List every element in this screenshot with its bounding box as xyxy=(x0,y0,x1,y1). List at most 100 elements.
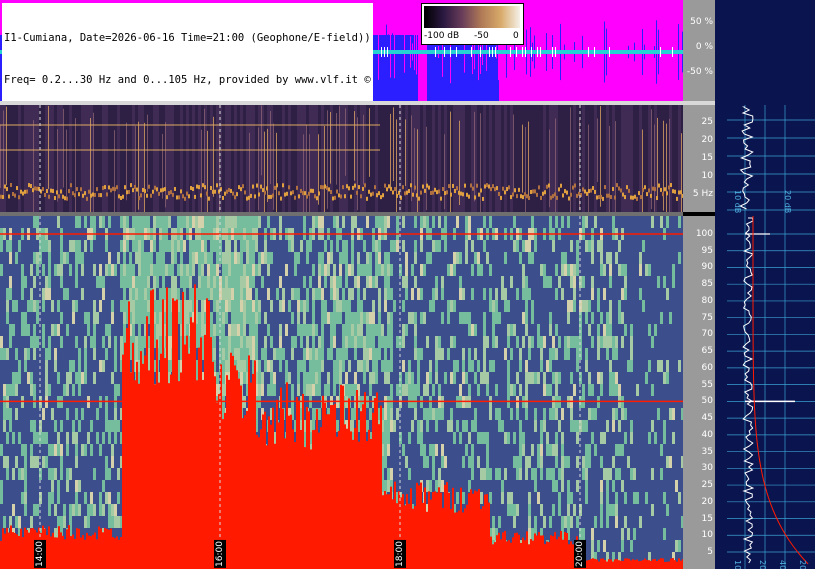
spectrogram-cell xyxy=(342,360,345,372)
spectrogram-cell xyxy=(96,408,99,420)
spectrogram-cell xyxy=(378,240,381,252)
spectrogram-cell xyxy=(408,288,411,300)
spectrogram-cell xyxy=(405,432,408,444)
spectrogram-streak xyxy=(609,125,610,212)
spectrogram-band xyxy=(608,193,610,198)
spectrogram-cell xyxy=(393,348,396,360)
spectrogram-cell xyxy=(99,420,102,432)
spectrogram-cell xyxy=(285,288,288,300)
spectrogram-cell xyxy=(75,216,78,228)
spectrogram-cell xyxy=(447,105,450,212)
spectrogram-cell xyxy=(390,240,393,252)
spectrogram-band xyxy=(476,183,478,188)
spectrogram-cell xyxy=(393,372,396,384)
spectrogram-cell xyxy=(138,300,141,312)
spectrogram-cell xyxy=(117,408,120,420)
spectrogram-cell xyxy=(42,384,45,396)
spectrogram-cell xyxy=(27,456,30,468)
spectrogram-cell xyxy=(228,300,231,312)
spectrogram-cell xyxy=(375,324,378,336)
spectrogram-cell xyxy=(258,288,261,300)
spectrogram-cell xyxy=(21,384,24,396)
spectrogram-cell xyxy=(384,288,387,300)
spectrogram-cell xyxy=(471,105,474,212)
spectrogram-cell xyxy=(273,312,276,324)
spectrogram-cell xyxy=(402,468,405,480)
spectrogram-cell xyxy=(33,504,36,516)
spectrogram-cell xyxy=(363,348,366,360)
spectrogram-cell xyxy=(198,276,201,288)
spectrogram-cell xyxy=(111,384,114,396)
spectrogram-band xyxy=(520,194,522,199)
spectrogram-cell xyxy=(279,348,282,360)
spectrogram-band xyxy=(510,195,512,200)
spectrogram-band xyxy=(344,194,346,199)
spectrogram-cell xyxy=(366,372,369,384)
spectrogram-cell xyxy=(297,264,300,276)
spectrogram-cell xyxy=(111,324,114,336)
spectrogram-cell xyxy=(75,420,78,432)
spectrogram-cell xyxy=(84,264,87,276)
spectrogram-cell xyxy=(60,324,63,336)
spectrogram-cell xyxy=(276,276,279,288)
spectrogram-cell xyxy=(339,312,342,324)
spectrogram-cell xyxy=(0,456,3,468)
spectrogram-cell xyxy=(48,408,51,420)
spectrogram-cell xyxy=(126,264,129,276)
spectrogram-cell xyxy=(57,216,60,228)
spectrogram-cell xyxy=(54,444,57,456)
spectrogram-cell xyxy=(300,264,303,276)
spectrogram-cell xyxy=(351,360,354,372)
spectrogram-cell xyxy=(222,252,225,264)
spectrogram-cell xyxy=(258,324,261,336)
spectrogram-cell xyxy=(30,492,33,504)
spectrogram-cell xyxy=(162,288,165,300)
spectrogram-cell xyxy=(204,216,207,228)
spectrogram-cell xyxy=(66,300,69,312)
spectrogram-cell xyxy=(150,264,153,276)
spectrogram-cell xyxy=(90,336,93,348)
spectrogram-cell xyxy=(360,252,363,264)
spectrogram-band xyxy=(240,187,242,192)
spectrogram-cell xyxy=(270,216,273,228)
spectrogram-cell xyxy=(210,216,213,228)
spectrogram-band xyxy=(76,187,78,192)
spectrogram-cell xyxy=(75,444,78,456)
spectrogram-cell xyxy=(9,336,12,348)
spectrogram-cell xyxy=(321,240,324,252)
spectrogram-cell xyxy=(267,348,270,360)
spectrogram-band xyxy=(268,194,270,199)
spectrogram-cell xyxy=(141,336,144,348)
spectrogram-cell xyxy=(9,420,12,432)
spectrogram-cell xyxy=(75,468,78,480)
spectrogram-cell xyxy=(249,216,252,228)
spectrogram-cell xyxy=(240,300,243,312)
spectrogram-cell xyxy=(246,288,249,300)
spectrogram-band xyxy=(134,185,136,190)
spectrogram-band xyxy=(194,194,196,199)
spectrogram-cell xyxy=(87,324,90,336)
spectrogram-cell xyxy=(42,504,45,516)
spectrogram-cell xyxy=(21,276,24,288)
spectrogram-cell xyxy=(105,312,108,324)
spectrogram-cell xyxy=(387,216,390,228)
spectrogram-band xyxy=(66,196,68,201)
spectrogram-cell xyxy=(318,312,321,324)
spectrogram-cell xyxy=(99,504,102,516)
spectrogram-cell xyxy=(291,324,294,336)
spectrogram-cell xyxy=(396,456,399,468)
spectrogram-cell xyxy=(90,276,93,288)
spectrogram-cell xyxy=(63,456,66,468)
spectrogram-cell xyxy=(306,360,309,372)
spectrogram-cell xyxy=(120,336,123,348)
spectrogram-cell xyxy=(93,324,96,336)
spectrogram-cell xyxy=(18,252,21,264)
spectrogram-cell xyxy=(327,240,330,252)
spectrogram-cell xyxy=(297,300,300,312)
spectrogram-cell xyxy=(282,384,285,396)
spectrogram-band xyxy=(176,195,178,200)
spectrogram-band xyxy=(92,192,94,197)
spectrogram-streak xyxy=(657,117,658,197)
spectrogram-cell xyxy=(672,105,675,212)
spectrogram-cell xyxy=(111,336,114,348)
